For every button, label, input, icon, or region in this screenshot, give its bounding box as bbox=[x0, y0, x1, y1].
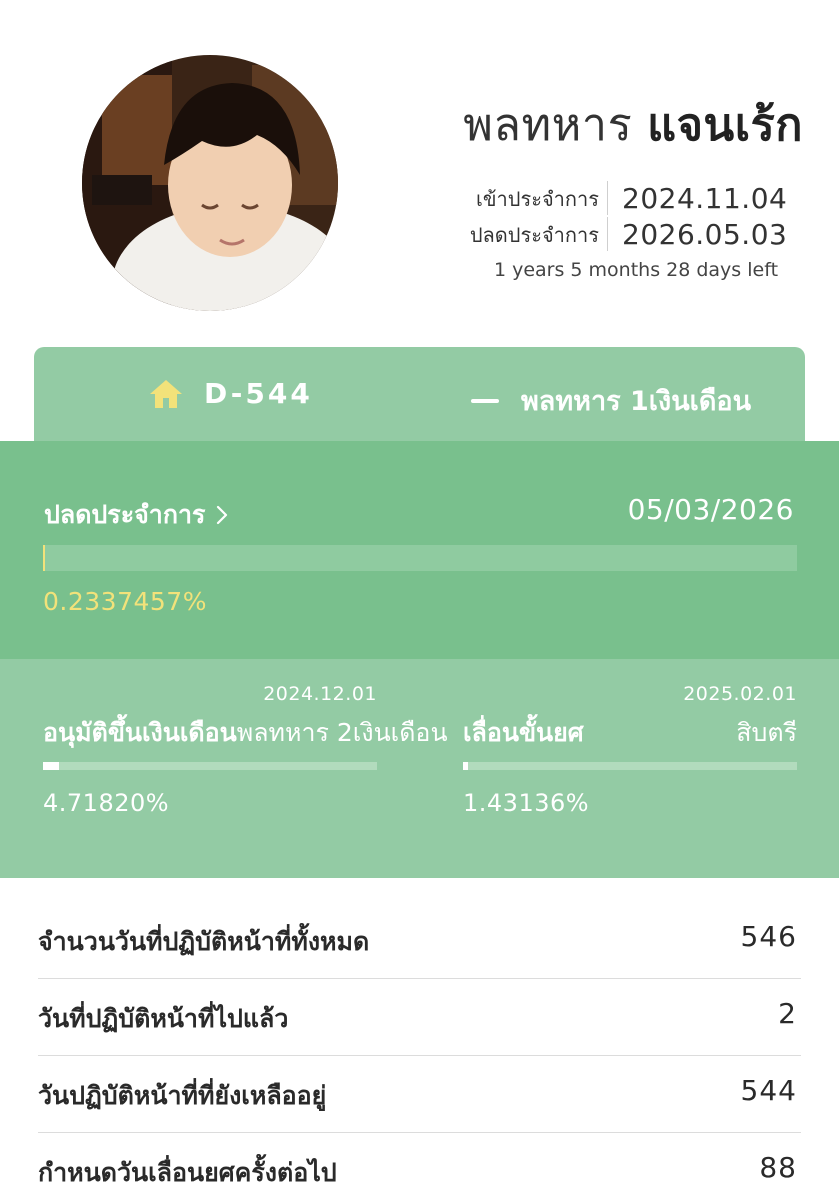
discharge-date: 05/03/2026 bbox=[627, 493, 794, 526]
chevron-right-icon bbox=[217, 505, 228, 525]
promotion-progress-fill bbox=[463, 762, 468, 770]
rank-block[interactable]: พลทหาร 1เงินเดือน bbox=[471, 379, 751, 422]
discharge-title-link[interactable]: ปลดประจำการ bbox=[44, 495, 229, 535]
stats-list: จำนวนวันที่ปฏิบัติหน้าที่ทั้งหมด 546 วัน… bbox=[38, 902, 801, 1200]
discharge-row: ปลดประจำการ 2026.05.03 bbox=[466, 216, 806, 252]
next-rank-label: สิบตรี bbox=[736, 718, 797, 747]
discharge-title: ปลดประจำการ bbox=[44, 500, 206, 529]
dash-icon bbox=[471, 398, 499, 403]
dday-counter: D-544 bbox=[204, 377, 313, 410]
promotion-title: เลื่อนขั้นยศ bbox=[463, 718, 584, 747]
salary-title-suffix: พลทหาร 2เงินเดือน bbox=[236, 718, 448, 747]
stat-label: กำหนดวันเลื่อนยศครั้งต่อไป bbox=[38, 1158, 337, 1187]
sub-progress-section: 2024.12.01 อนุมัติขึ้นเงินเดือนพลทหาร 2เ… bbox=[0, 659, 839, 878]
salary-title: อนุมัติขึ้นเงินเดือนพลทหาร 2เงินเดือน bbox=[43, 713, 448, 753]
stat-row: วันปฏิบัติหน้าที่ที่ยังเหลืออยู่ 544 bbox=[38, 1056, 801, 1133]
info-card: D-544 พลทหาร 1เงินเดือน bbox=[34, 347, 805, 443]
salary-progress-bar bbox=[43, 762, 377, 770]
house-icon bbox=[150, 379, 182, 408]
profile-name: พลทหาร แจนเร้ก bbox=[463, 88, 803, 160]
stat-value: 2 bbox=[778, 997, 797, 1030]
stat-label: วันปฏิบัติหน้าที่ที่ยังเหลืออยู่ bbox=[38, 1081, 327, 1110]
salary-percent: 4.71820% bbox=[43, 789, 170, 817]
service-dates: เข้าประจำการ 2024.11.04 ปลดประจำการ 2026… bbox=[466, 180, 806, 252]
current-rank: พลทหาร 1เงินเดือน bbox=[521, 386, 752, 417]
promotion-percent: 1.43136% bbox=[463, 789, 590, 817]
avatar-photo bbox=[82, 55, 338, 311]
stat-value: 546 bbox=[740, 920, 797, 953]
promotion-progress[interactable]: 2025.02.01 เลื่อนขั้นยศ สิบตรี 1.43136% bbox=[463, 659, 797, 878]
discharge-date-value: 2026.05.03 bbox=[622, 217, 788, 251]
salary-title-main: อนุมัติขึ้นเงินเดือน bbox=[43, 718, 237, 747]
stat-label: จำนวนวันที่ปฏิบัติหน้าที่ทั้งหมด bbox=[38, 927, 370, 956]
time-left: 1 years 5 months 28 days left bbox=[493, 259, 779, 281]
stat-value: 544 bbox=[740, 1074, 797, 1107]
salary-progress-fill bbox=[43, 762, 59, 770]
stat-value: 88 bbox=[759, 1151, 797, 1184]
stat-label: วันที่ปฏิบัติหน้าที่ไปแล้ว bbox=[38, 1004, 289, 1033]
promotion-progress-bar bbox=[463, 762, 797, 770]
enlist-row: เข้าประจำการ 2024.11.04 bbox=[466, 180, 806, 216]
salary-date: 2024.12.01 bbox=[263, 683, 377, 705]
stat-row: กำหนดวันเลื่อนยศครั้งต่อไป 88 bbox=[38, 1133, 801, 1200]
discharge-percent: 0.2337457% bbox=[43, 587, 207, 616]
stat-row: วันที่ปฏิบัติหน้าที่ไปแล้ว 2 bbox=[38, 979, 801, 1056]
discharge-progress-section: ปลดประจำการ 05/03/2026 0.2337457% bbox=[0, 441, 839, 659]
salary-progress[interactable]: 2024.12.01 อนุมัติขึ้นเงินเดือนพลทหาร 2เ… bbox=[43, 659, 448, 878]
discharge-progress-bar bbox=[43, 545, 797, 571]
enlist-label: เข้าประจำการ bbox=[466, 181, 608, 215]
discharge-progress-fill bbox=[43, 545, 45, 571]
profile-rank: พลทหาร bbox=[463, 98, 633, 151]
promotion-date: 2025.02.01 bbox=[683, 683, 797, 705]
avatar[interactable] bbox=[82, 55, 338, 311]
stat-row: จำนวนวันที่ปฏิบัติหน้าที่ทั้งหมด 546 bbox=[38, 902, 801, 979]
enlist-date: 2024.11.04 bbox=[622, 181, 788, 215]
dday-block: D-544 bbox=[148, 377, 313, 410]
discharge-label: ปลดประจำการ bbox=[466, 217, 608, 251]
profile-last-name: แจนเร้ก bbox=[647, 98, 803, 151]
